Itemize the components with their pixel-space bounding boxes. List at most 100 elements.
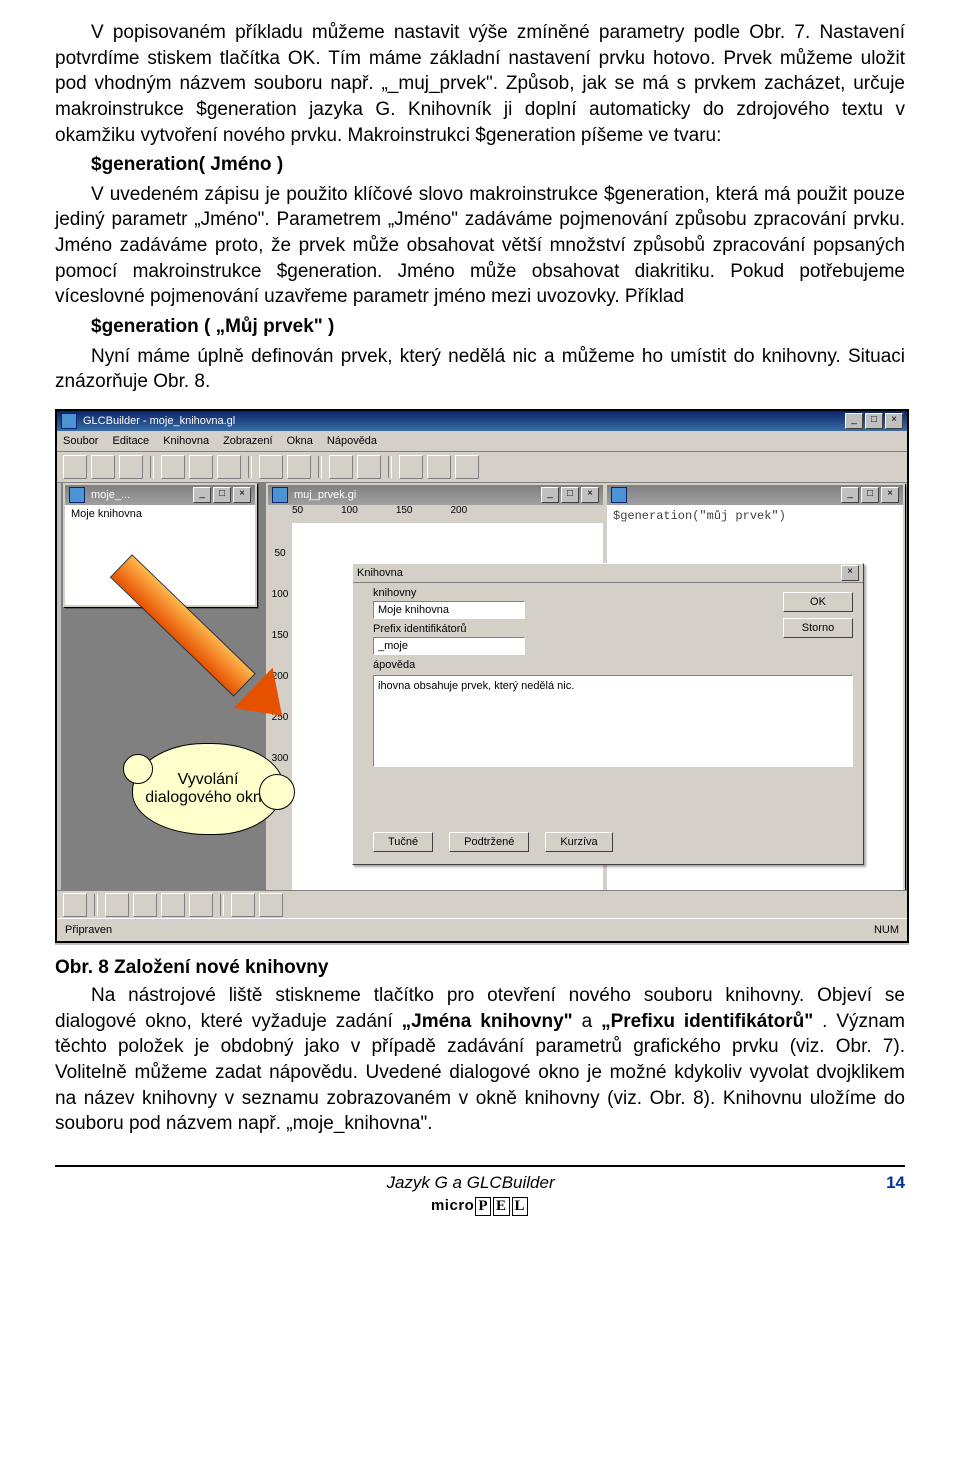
code-line-2: $generation ( „Můj prvek" ) xyxy=(55,314,905,340)
paragraph-2: V uvedeném zápisu je použito klíčové slo… xyxy=(55,182,905,310)
cancel-button[interactable]: Storno xyxy=(783,618,853,638)
shape-text-icon[interactable] xyxy=(231,893,255,917)
tool-tile-icon[interactable] xyxy=(357,455,381,479)
close-button[interactable]: × xyxy=(885,413,903,429)
maximize-button[interactable]: □ xyxy=(213,487,231,503)
tool-zoom-out-icon[interactable] xyxy=(427,455,451,479)
paragraph-1: V popisovaném příkladu můžeme nastavit v… xyxy=(55,20,905,148)
screenshot-figure: GLCBuilder - moje_knihovna.gl _ □ × Soub… xyxy=(55,409,909,943)
minimize-button[interactable]: _ xyxy=(541,487,559,503)
menu-editace[interactable]: Editace xyxy=(112,435,149,447)
figure-caption: Obr. 8 Založení nové knihovny xyxy=(55,957,905,979)
tool-prvek-icon[interactable] xyxy=(287,455,311,479)
ruler-tick: 200 xyxy=(451,505,468,516)
tool-zoom-in-icon[interactable] xyxy=(399,455,423,479)
bold-button[interactable]: Tučné xyxy=(373,832,433,852)
text-run: a xyxy=(582,1011,601,1032)
menu-okna[interactable]: Okna xyxy=(287,435,313,447)
app-title: GLCBuilder - moje_knihovna.gl xyxy=(83,415,235,427)
app-icon xyxy=(61,413,77,429)
text-run-bold: „Prefixu identifikátorů" xyxy=(601,1011,813,1032)
minimize-button[interactable]: _ xyxy=(193,487,211,503)
toolbar-separator xyxy=(318,456,322,478)
logo-text: micro xyxy=(431,1197,474,1214)
label-prefix: Prefix identifikátorů xyxy=(373,623,853,635)
minimize-button[interactable]: _ xyxy=(841,487,859,503)
ruler-tick: 100 xyxy=(341,505,358,516)
app-titlebar: GLCBuilder - moje_knihovna.gl _ □ × xyxy=(57,411,907,431)
window-library-title: moje_... xyxy=(91,489,130,501)
tool-save-icon[interactable] xyxy=(119,455,143,479)
shape-line-icon[interactable] xyxy=(105,893,129,917)
tool-copy-icon[interactable] xyxy=(189,455,213,479)
toolbar xyxy=(57,452,907,483)
ruler-horizontal: 50 100 150 200 xyxy=(268,505,603,524)
label-napoveda: ápověda xyxy=(373,659,853,671)
input-prefix[interactable] xyxy=(373,637,525,655)
ruler-tick: 150 xyxy=(396,505,413,516)
maximize-button[interactable]: □ xyxy=(865,413,883,429)
maximize-button[interactable]: □ xyxy=(561,487,579,503)
minimize-button[interactable]: _ xyxy=(845,413,863,429)
menu-napoveda[interactable]: Nápověda xyxy=(327,435,377,447)
code-line-1: $generation( Jméno ) xyxy=(55,152,905,178)
tool-lib-icon[interactable] xyxy=(259,455,283,479)
footer-logo: microPEL xyxy=(55,1197,905,1216)
tool-open-icon[interactable] xyxy=(91,455,115,479)
tool-new-icon[interactable] xyxy=(63,455,87,479)
ruler-tick: 300 xyxy=(272,753,289,764)
shape-rect-icon[interactable] xyxy=(133,893,157,917)
status-left: Připraven xyxy=(65,924,112,936)
statusbar: Připraven NUM xyxy=(57,918,907,941)
toolbar-separator xyxy=(248,456,252,478)
italic-button[interactable]: Kurzíva xyxy=(545,832,612,852)
library-list-item[interactable]: Moje knihovna xyxy=(65,505,255,523)
toolbar-separator xyxy=(220,894,224,916)
close-button[interactable]: × xyxy=(841,565,859,581)
tool-zoom-fit-icon[interactable] xyxy=(455,455,479,479)
tool-paste-icon[interactable] xyxy=(217,455,241,479)
shape-ellipse-icon[interactable] xyxy=(161,893,185,917)
code-text[interactable]: $generation("můj prvek") xyxy=(607,505,903,527)
menu-soubor[interactable]: Soubor xyxy=(63,435,98,447)
page-footer: Jazyk G a GLCBuilder 14 xyxy=(55,1173,905,1193)
tool-cut-icon[interactable] xyxy=(161,455,185,479)
label-jmeno-knihovny: knihovny xyxy=(373,587,853,599)
dialog-library[interactable]: Knihovna × knihovny Prefix identifikátor… xyxy=(352,563,864,865)
footer-title: Jazyk G a GLCBuilder xyxy=(386,1173,554,1193)
ruler-tick: 50 xyxy=(292,505,303,516)
status-right: NUM xyxy=(874,924,899,936)
window-icon xyxy=(69,487,85,503)
paragraph-3: Nyní máme úplně definován prvek, který n… xyxy=(55,344,905,395)
window-prvek-title: muj_prvek.gi xyxy=(294,489,356,501)
text-run-bold: „Jména knihovny" xyxy=(402,1011,573,1032)
toolbar-separator xyxy=(388,456,392,478)
shape-select-icon[interactable] xyxy=(63,893,87,917)
ruler-tick: 50 xyxy=(274,548,285,559)
tool-cascade-icon[interactable] xyxy=(329,455,353,479)
shape-poly-icon[interactable] xyxy=(189,893,213,917)
menubar: Soubor Editace Knihovna Zobrazení Okna N… xyxy=(57,431,907,452)
page-number: 14 xyxy=(886,1173,905,1193)
close-button[interactable]: × xyxy=(881,487,899,503)
paragraph-4: Na nástrojové liště stiskneme tlačítko p… xyxy=(55,983,905,1137)
ok-button[interactable]: OK xyxy=(783,592,853,612)
toolbar-separator xyxy=(150,456,154,478)
bottom-toolbar xyxy=(57,890,907,919)
footer-rule xyxy=(55,1165,905,1167)
menu-knihovna[interactable]: Knihovna xyxy=(163,435,209,447)
input-jmeno-knihovny[interactable] xyxy=(373,601,525,619)
underline-button[interactable]: Podtržené xyxy=(449,832,529,852)
window-icon xyxy=(272,487,288,503)
ruler-tick: 150 xyxy=(272,630,289,641)
textarea-napoveda[interactable]: ihovna obsahuje prvek, který nedělá nic. xyxy=(373,675,853,767)
dialog-title: Knihovna xyxy=(357,567,403,579)
close-button[interactable]: × xyxy=(581,487,599,503)
window-icon xyxy=(611,487,627,503)
menu-zobrazeni[interactable]: Zobrazení xyxy=(223,435,273,447)
toolbar-separator xyxy=(94,894,98,916)
ruler-tick: 100 xyxy=(272,589,289,600)
shape-image-icon[interactable] xyxy=(259,893,283,917)
close-button[interactable]: × xyxy=(233,487,251,503)
maximize-button[interactable]: □ xyxy=(861,487,879,503)
